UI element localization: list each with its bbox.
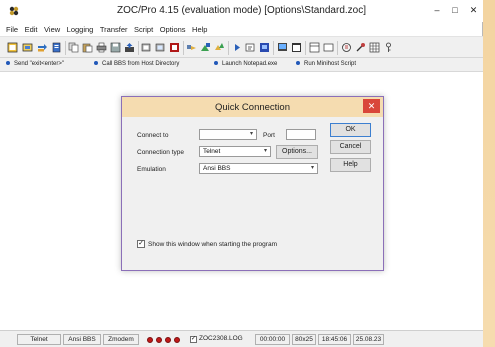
bullet-icon	[94, 61, 98, 65]
menu-script[interactable]: Script	[134, 25, 153, 34]
desktop-background	[483, 0, 495, 347]
connect-to-label: Connect to	[137, 132, 169, 139]
status-connection-type: Telnet	[17, 334, 61, 345]
quick-launch-bar: Send "exit<enter>" Call BBS from Host Di…	[0, 58, 483, 72]
open-icon[interactable]	[22, 42, 33, 53]
connect-to-combobox[interactable]: ▾	[199, 129, 257, 140]
print-icon[interactable]	[96, 42, 107, 53]
ok-button[interactable]: OK	[330, 123, 371, 137]
window-title: ZOC/Pro 4.15 (evaluation mode) [Options\…	[116, 5, 366, 16]
help-button[interactable]: Help	[330, 158, 371, 172]
menu-transfer[interactable]: Transfer	[100, 25, 128, 34]
terminal-icon[interactable]	[277, 42, 288, 53]
menu-bar: File Edit View Logging Transfer Script O…	[0, 23, 483, 35]
dialog-close-button[interactable]: ✕	[363, 99, 380, 113]
save-icon[interactable]	[110, 42, 121, 53]
connection-type-select[interactable]: Telnet ▾	[199, 146, 271, 157]
phonebook-icon[interactable]	[51, 42, 62, 53]
connect-icon[interactable]	[232, 42, 243, 53]
connection-type-value: Telnet	[203, 148, 221, 155]
options-button[interactable]: Options...	[276, 145, 318, 159]
toolbar-separator	[65, 41, 66, 55]
port-input[interactable]	[286, 129, 316, 140]
status-bar: Telnet Ansi BBS Zmodem ✓ ZOC2308.LOG 00:…	[0, 330, 483, 347]
maximize-button[interactable]: □	[446, 3, 464, 17]
toolbar-separator	[138, 41, 139, 55]
paste-icon[interactable]	[82, 42, 93, 53]
bullet-icon	[6, 61, 10, 65]
dialog-title-bar[interactable]: Quick Connection ✕	[122, 97, 383, 117]
title-bar[interactable]: ZOC/Pro 4.15 (evaluation mode) [Options\…	[0, 0, 483, 22]
quick-connection-dialog: Quick Connection ✕ Connect to ▾ Port Con…	[121, 96, 384, 271]
quick-call-bbs[interactable]: Call BBS from Host Directory	[94, 61, 179, 67]
status-emulation: Ansi BBS	[63, 334, 101, 345]
menu-help[interactable]: Help	[192, 25, 207, 34]
disconnect-icon[interactable]	[245, 42, 256, 53]
clipboard-icon[interactable]	[155, 42, 166, 53]
port-label: Port	[263, 132, 275, 139]
log-checkbox[interactable]: ✓	[190, 336, 197, 343]
bullet-icon	[214, 61, 218, 65]
chevron-down-icon: ▾	[249, 131, 253, 137]
window-icon[interactable]	[291, 42, 302, 53]
app-window: ZOC/Pro 4.15 (evaluation mode) [Options\…	[0, 0, 483, 347]
chat-icon[interactable]	[341, 42, 352, 53]
toolbar-separator	[183, 41, 184, 55]
quick-launch-notepad[interactable]: Launch Notepad.exe	[214, 61, 277, 67]
status-date: 25.08.23	[353, 334, 384, 345]
close-button[interactable]: ✕	[464, 3, 483, 17]
menu-file[interactable]: File	[6, 25, 18, 34]
host-icon[interactable]	[169, 42, 180, 53]
status-led-icon	[174, 337, 180, 343]
toolbar-separator	[273, 41, 274, 55]
status-log-file: ZOC2308.LOG	[199, 334, 251, 345]
copy-icon[interactable]	[68, 42, 79, 53]
show-window-label: Show this window when starting the progr…	[148, 241, 277, 248]
dialog-title: Quick Connection	[215, 102, 290, 113]
status-led-icon	[156, 337, 162, 343]
bullet-icon	[296, 61, 300, 65]
toolbar-separator	[305, 41, 306, 55]
status-dimensions: 80x25	[292, 334, 316, 345]
connection-type-label: Connection type	[137, 149, 184, 156]
new-session-icon[interactable]	[7, 42, 18, 53]
status-clock: 18:45:06	[318, 334, 351, 345]
toolbar-separator	[228, 41, 229, 55]
show-window-checkbox[interactable]: ✓	[137, 240, 145, 248]
status-led-icon	[147, 337, 153, 343]
transfer-icon[interactable]	[37, 42, 48, 53]
window-list-icon[interactable]	[323, 42, 334, 53]
tools-icon[interactable]	[355, 42, 366, 53]
key-icon[interactable]	[383, 42, 394, 53]
status-transfer-protocol: Zmodem	[103, 334, 139, 345]
emulation-label: Emulation	[137, 166, 166, 173]
toolbar-separator	[337, 41, 338, 55]
toolbar	[0, 36, 483, 58]
emulation-select[interactable]: Ansi BBS ▾	[199, 163, 318, 174]
menu-edit[interactable]: Edit	[25, 25, 38, 34]
menu-view[interactable]: View	[44, 25, 60, 34]
chevron-down-icon: ▾	[263, 148, 267, 154]
download-icon[interactable]	[141, 42, 152, 53]
cancel-button[interactable]: Cancel	[330, 140, 371, 154]
arrow-up-icon[interactable]	[200, 42, 211, 53]
play-icon[interactable]	[214, 42, 225, 53]
upload-icon[interactable]	[124, 42, 135, 53]
settings-icon[interactable]	[309, 42, 320, 53]
emulation-value: Ansi BBS	[203, 165, 231, 172]
grid-icon[interactable]	[369, 42, 380, 53]
minimize-button[interactable]: –	[428, 3, 446, 17]
hand-icon[interactable]	[186, 42, 197, 53]
status-elapsed-time: 00:00:00	[255, 334, 290, 345]
quick-send-exit[interactable]: Send "exit<enter>"	[6, 61, 64, 67]
menu-options[interactable]: Options	[160, 25, 186, 34]
menu-logging[interactable]: Logging	[67, 25, 94, 34]
chevron-down-icon: ▾	[310, 165, 314, 171]
status-led-icon	[165, 337, 171, 343]
monitor-icon[interactable]	[259, 42, 270, 53]
quick-run-minihost[interactable]: Run Minihost Script	[296, 61, 356, 67]
